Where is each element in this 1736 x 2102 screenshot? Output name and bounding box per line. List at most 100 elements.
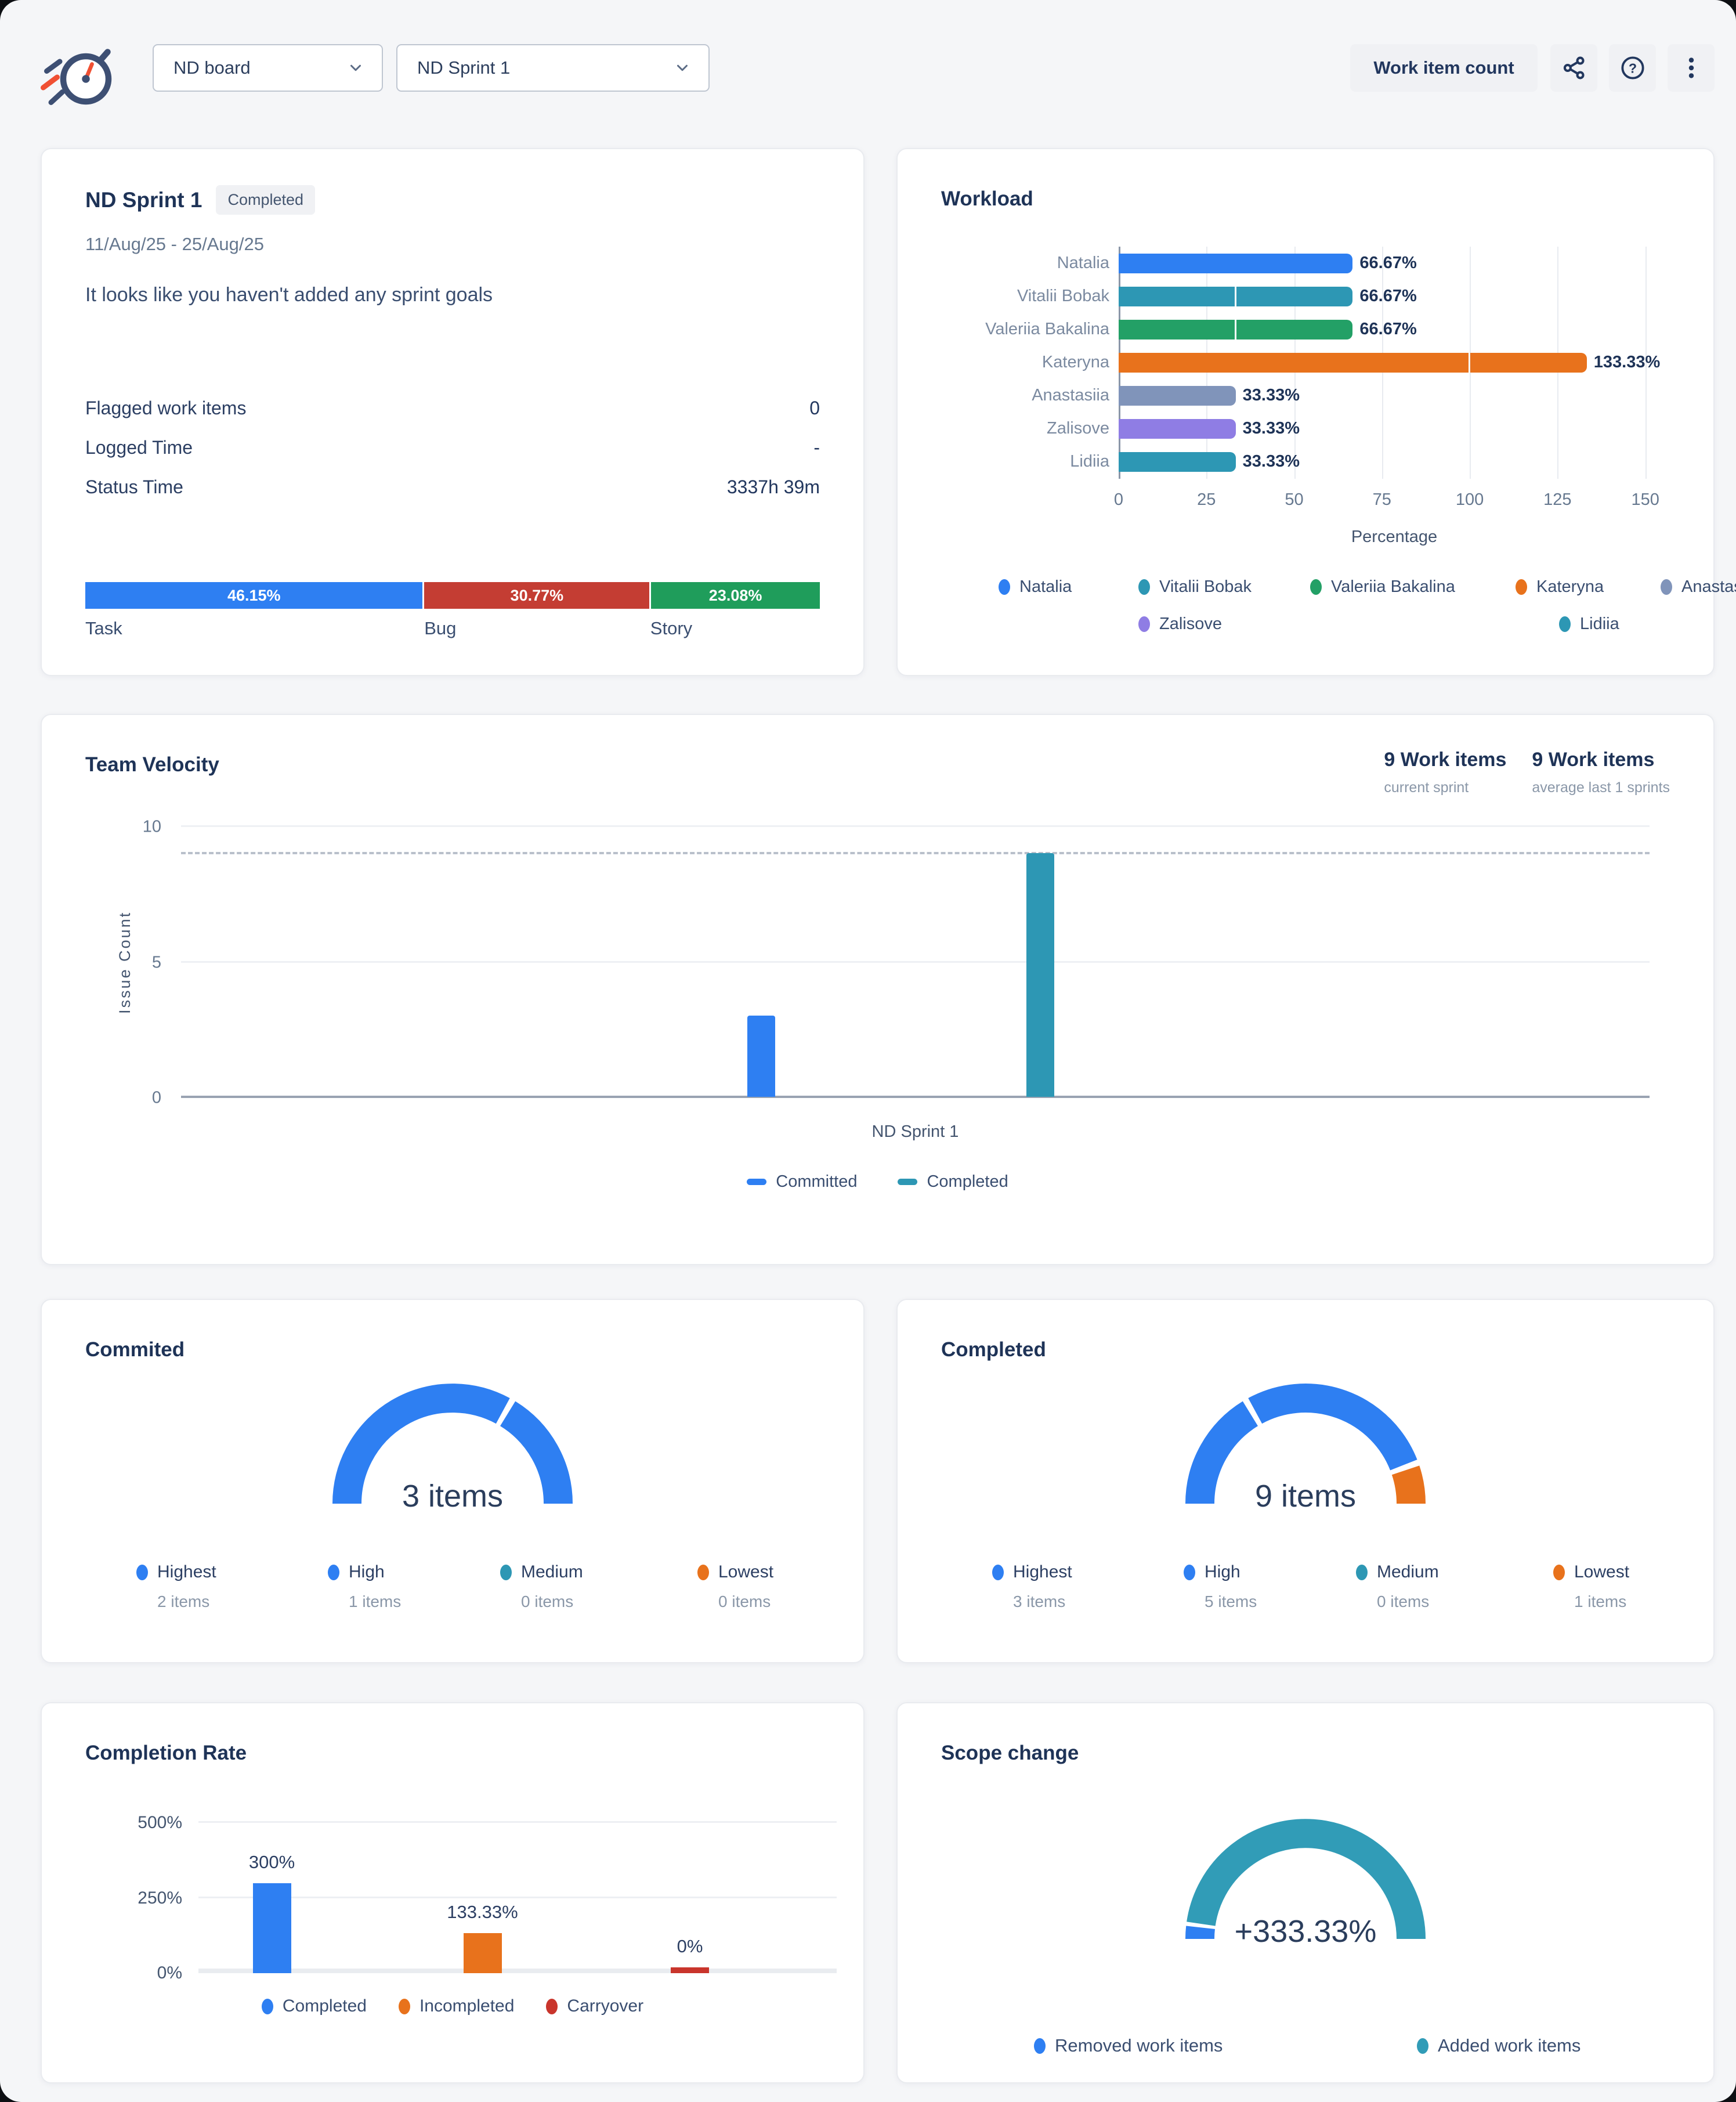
sprint-title-row: ND Sprint 1 Completed	[85, 185, 315, 215]
share-button[interactable]	[1550, 44, 1597, 92]
workload-bar-value: 66.67%	[1359, 254, 1416, 273]
legend-label: Kateryna	[1536, 577, 1604, 597]
type-segment-value: 30.77%	[511, 587, 564, 605]
legend-item[interactable]: Highest2 items	[136, 1562, 216, 1611]
sprint-select[interactable]: ND Sprint 1	[396, 44, 710, 92]
legend-item[interactable]: Removed work items	[1034, 2035, 1223, 2056]
workload-row-label: Valeriia Bakalina	[941, 320, 1109, 339]
velocity-bar-committed[interactable]	[747, 1016, 775, 1097]
legend-dot	[1553, 1565, 1565, 1580]
legend-item[interactable]: Natalia	[999, 577, 1072, 597]
completion-bar-incompleted[interactable]	[464, 1933, 502, 1973]
completed-card: Completed 9 items Highest3 itemsHigh5 it…	[896, 1299, 1715, 1663]
legend-item[interactable]: High5 items	[1184, 1562, 1257, 1611]
legend-item[interactable]: Completed	[898, 1172, 1008, 1191]
workload-bar-segment	[1119, 320, 1235, 340]
legend-dot	[999, 579, 1010, 595]
velocity-gridline	[181, 961, 1650, 963]
workload-bar[interactable]	[1119, 386, 1236, 406]
velocity-y-tick-label: 5	[152, 953, 161, 972]
type-segment-value: 23.08%	[709, 587, 762, 605]
legend-item[interactable]: Completed	[262, 1996, 367, 2016]
workload-row-label: Natalia	[941, 254, 1109, 273]
workload-bar-value: 33.33%	[1243, 452, 1300, 471]
workload-row-label: Zalisove	[941, 419, 1109, 438]
legend-label: Highest	[1013, 1562, 1072, 1582]
workload-bar[interactable]	[1119, 287, 1352, 306]
sprint-summary-card: ND Sprint 1 Completed 11/Aug/25 - 25/Aug…	[41, 148, 865, 676]
velocity-gridline	[181, 1096, 1650, 1098]
legend-item[interactable]: Valeriia Bakalina	[1310, 577, 1455, 597]
more-button[interactable]	[1668, 44, 1715, 92]
legend-dot	[328, 1565, 339, 1580]
workload-bar[interactable]	[1119, 419, 1236, 439]
velocity-stats: 9 Work items current sprint 9 Work items…	[1384, 749, 1670, 796]
completion-bar-carryover[interactable]	[671, 1967, 709, 1973]
board-select[interactable]: ND board	[153, 44, 383, 92]
committed-card: Commited 3 items Highest2 itemsHigh1 ite…	[41, 1299, 865, 1663]
legend-item[interactable]: Incompleted	[399, 1996, 514, 2016]
sprint-status-badge: Completed	[216, 185, 315, 215]
type-segment-story[interactable]: 23.08%	[651, 582, 820, 609]
workload-bar[interactable]	[1119, 353, 1587, 373]
legend-item[interactable]: Lowest0 items	[697, 1562, 773, 1611]
velocity-bar-completed[interactable]	[1026, 853, 1054, 1097]
stat-label: Logged Time	[85, 437, 193, 458]
completion-gridline	[198, 1969, 837, 1973]
board-select-value: ND board	[173, 57, 347, 78]
work-item-count-button[interactable]: Work item count	[1350, 44, 1538, 92]
legend-item[interactable]: Kateryna	[1516, 577, 1604, 597]
legend-dot	[500, 1565, 512, 1580]
legend-item[interactable]: Anastasiia	[1661, 577, 1736, 597]
help-button[interactable]: ?	[1609, 44, 1656, 92]
type-segment-label: Bug	[424, 618, 456, 639]
sprint-title: ND Sprint 1	[85, 188, 202, 212]
type-breakdown-labels: TaskBugStory	[85, 618, 820, 641]
workload-bar[interactable]	[1119, 254, 1352, 273]
legend-item[interactable]: High1 items	[328, 1562, 401, 1611]
workload-bar[interactable]	[1119, 320, 1352, 340]
gauge-segment-high[interactable]	[1255, 1398, 1404, 1465]
legend-item[interactable]: Carryover	[546, 1996, 643, 2016]
legend-item[interactable]: Highest3 items	[992, 1562, 1072, 1611]
scope-change-card: Scope change +333.33% Removed work items…	[896, 1702, 1715, 2083]
stat-value: 3337h 39m	[727, 476, 820, 498]
legend-dot	[1138, 579, 1150, 595]
legend-dot	[1559, 616, 1571, 632]
legend-entry: High	[328, 1562, 401, 1582]
team-velocity-card: Team Velocity 9 Work items current sprin…	[41, 714, 1715, 1265]
workload-row-label: Kateryna	[941, 353, 1109, 372]
legend-item[interactable]: Medium0 items	[500, 1562, 583, 1611]
completion-bar-completed[interactable]	[253, 1883, 291, 1973]
legend-dot	[399, 1999, 410, 2014]
legend-item[interactable]: Added work items	[1417, 2035, 1581, 2056]
workload-axis-title: Percentage	[1119, 528, 1670, 547]
workload-row: Valeriia Bakalina66.67%	[941, 313, 1670, 346]
scope-change-gauge-value: +333.33%	[1050, 1913, 1561, 1949]
stat-value: -	[813, 437, 820, 458]
velocity-average-line	[181, 852, 1650, 854]
type-segment-task[interactable]: 46.15%	[85, 582, 422, 609]
legend-label: Removed work items	[1055, 2035, 1223, 2056]
legend-item[interactable]: Lowest1 items	[1553, 1562, 1629, 1611]
stat-row-logged-time: Logged Time -	[85, 437, 820, 458]
legend-item[interactable]: Lidiia	[1559, 615, 1619, 634]
committed-gauge-value: 3 items	[197, 1478, 708, 1514]
workload-x-tick-label: 50	[1285, 490, 1303, 510]
legend-item[interactable]: Medium0 items	[1356, 1562, 1439, 1611]
type-segment-bug[interactable]: 30.77%	[424, 582, 649, 609]
type-breakdown-bar: 46.15% 30.77% 23.08%	[85, 582, 820, 609]
legend-count: 0 items	[521, 1592, 583, 1611]
legend-count: 2 items	[157, 1592, 216, 1611]
workload-bar-segment	[1119, 386, 1236, 406]
workload-ticks: 0255075100125150	[1119, 490, 1670, 511]
sprint-goals-text: It looks like you haven't added any spri…	[85, 284, 493, 306]
legend-label: Medium	[1377, 1562, 1439, 1582]
legend-item[interactable]: Committed	[747, 1172, 857, 1191]
workload-row: Zalisove33.33%	[941, 412, 1670, 445]
workload-bar-segment	[1119, 419, 1236, 439]
workload-bar[interactable]	[1119, 452, 1236, 472]
legend-item[interactable]: Zalisove	[1138, 615, 1222, 634]
workload-x-tick-label: 75	[1373, 490, 1391, 510]
legend-item[interactable]: Vitalii Bobak	[1138, 577, 1252, 597]
